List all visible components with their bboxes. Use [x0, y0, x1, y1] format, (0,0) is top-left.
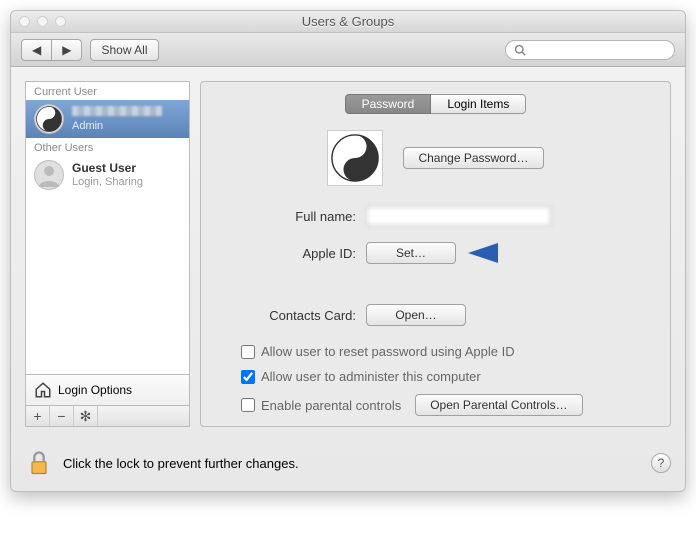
- window-title: Users & Groups: [11, 14, 685, 29]
- login-options-label: Login Options: [58, 383, 132, 397]
- contacts-card-label: Contacts Card:: [211, 308, 366, 323]
- annotation-arrow-icon: [468, 240, 548, 266]
- lock-icon[interactable]: [25, 449, 53, 477]
- full-name-row: Full name:: [211, 206, 660, 226]
- other-users-header: Other Users: [26, 138, 189, 156]
- tabs: Password Login Items: [211, 94, 660, 114]
- user-list: Current User Admin Other Users: [25, 81, 190, 374]
- allow-reset-checkbox[interactable]: [241, 345, 255, 359]
- current-user-name: [72, 106, 162, 119]
- forward-button[interactable]: ▶: [52, 39, 82, 61]
- apple-id-row: Apple ID: Set…: [211, 240, 660, 266]
- allow-reset-row: Allow user to reset password using Apple…: [241, 344, 660, 359]
- user-avatar[interactable]: [327, 130, 383, 186]
- sidebar-bottom-bar: + − ✻: [25, 405, 190, 427]
- guest-user-row[interactable]: Guest User Login, Sharing: [26, 156, 189, 194]
- person-icon: [34, 160, 64, 190]
- guest-user-role: Login, Sharing: [72, 176, 143, 188]
- checkboxes: Allow user to reset password using Apple…: [211, 344, 660, 416]
- tab-login-items[interactable]: Login Items: [431, 94, 526, 114]
- set-apple-id-button[interactable]: Set…: [366, 242, 456, 264]
- preferences-window: Users & Groups ◀ ▶ Show All Current User…: [10, 10, 686, 492]
- allow-admin-row: Allow user to administer this computer: [241, 369, 660, 384]
- sidebar: Current User Admin Other Users: [25, 81, 190, 427]
- lock-text: Click the lock to prevent further change…: [63, 456, 299, 471]
- search-field[interactable]: [505, 40, 675, 60]
- nav-segment: ◀ ▶: [21, 39, 82, 61]
- toolbar: ◀ ▶ Show All: [11, 33, 685, 67]
- house-icon: [34, 381, 52, 399]
- parental-checkbox[interactable]: [241, 398, 255, 412]
- search-icon: [514, 44, 526, 56]
- current-user-row[interactable]: Admin: [26, 100, 189, 138]
- parental-row: Enable parental controls Open Parental C…: [241, 394, 660, 416]
- help-button[interactable]: ?: [651, 453, 671, 473]
- change-password-button[interactable]: Change Password…: [403, 147, 543, 169]
- login-options-row[interactable]: Login Options: [25, 374, 190, 405]
- current-user-role: Admin: [72, 120, 162, 132]
- allow-admin-checkbox[interactable]: [241, 370, 255, 384]
- titlebar: Users & Groups: [11, 11, 685, 33]
- yinyang-icon: [34, 104, 64, 134]
- show-all-button[interactable]: Show All: [90, 39, 158, 61]
- tab-password[interactable]: Password: [345, 94, 432, 114]
- parental-label: Enable parental controls: [261, 398, 401, 413]
- open-contacts-button[interactable]: Open…: [366, 304, 466, 326]
- main-panel: Password Login Items Change Password… Fu…: [200, 81, 671, 427]
- back-button[interactable]: ◀: [21, 39, 52, 61]
- yinyang-icon: [331, 134, 379, 182]
- full-name-input[interactable]: [366, 206, 551, 226]
- add-user-button[interactable]: +: [26, 406, 50, 426]
- current-user-header: Current User: [26, 82, 189, 100]
- allow-admin-label: Allow user to administer this computer: [261, 369, 481, 384]
- full-name-label: Full name:: [211, 209, 366, 224]
- apple-id-label: Apple ID:: [211, 246, 366, 261]
- contacts-card-row: Contacts Card: Open…: [211, 304, 660, 326]
- allow-reset-label: Allow user to reset password using Apple…: [261, 344, 515, 359]
- gear-button[interactable]: ✻: [74, 406, 98, 426]
- footer: Click the lock to prevent further change…: [11, 441, 685, 491]
- open-parental-button[interactable]: Open Parental Controls…: [415, 394, 582, 416]
- guest-user-name: Guest User: [72, 162, 143, 175]
- user-header: Change Password…: [211, 130, 660, 186]
- remove-user-button[interactable]: −: [50, 406, 74, 426]
